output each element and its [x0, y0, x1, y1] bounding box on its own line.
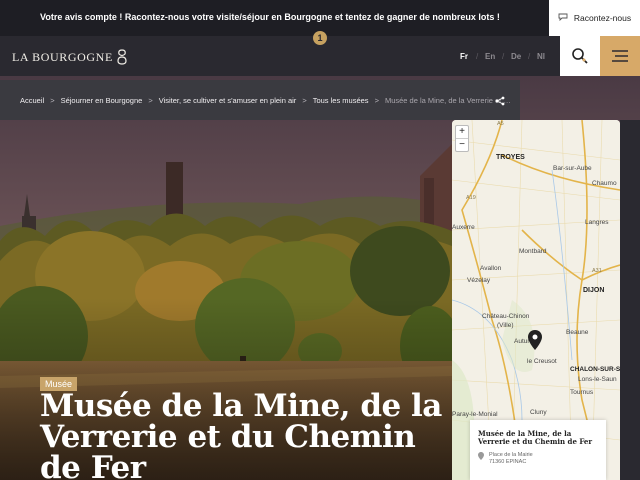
logo-text: LA BOURGOGNE — [12, 49, 113, 64]
lang-separator: / — [502, 52, 505, 61]
popup-city: 71360 EPINAC — [489, 459, 527, 465]
map-city-label: Lons-le-Saun — [578, 376, 617, 383]
map-road-label: A19 — [466, 195, 476, 201]
breadcrumb-musees[interactable]: Tous les musées — [313, 96, 369, 105]
announcement-text: Votre avis compte ! Racontez-nous votre … — [40, 12, 500, 22]
right-margin — [620, 120, 640, 480]
lang-separator: / — [476, 52, 479, 61]
map-road-label: A31 — [592, 268, 602, 274]
zoom-in-button[interactable]: + — [456, 126, 468, 139]
map-city-label: Avallon — [480, 265, 502, 272]
breadcrumb-separator: > — [374, 95, 379, 105]
location-pin-icon — [478, 452, 484, 460]
map-zoom-control: + − — [455, 125, 469, 152]
breadcrumb-visiter[interactable]: Visiter, se cultiver et s'amuser en plei… — [159, 96, 297, 105]
map-city-label: Langres — [585, 219, 609, 226]
map-city-label: CHALON-SUR-SA — [570, 366, 625, 373]
map-city-label: (Ville) — [497, 322, 514, 329]
map-city-label: Paray-le-Monial — [452, 411, 498, 418]
map-city-label: Château-Chinon — [482, 313, 530, 320]
lang-en[interactable]: En — [485, 52, 495, 61]
map-city-label: le Creusot — [527, 358, 557, 365]
map-popup: Musée de la Mine, de la Verrerie et du C… — [470, 420, 606, 480]
breadcrumb-separator: > — [50, 95, 55, 105]
map-city-label: Chaumo — [592, 180, 617, 187]
comment-icon — [558, 13, 568, 23]
lang-fr[interactable]: Fr — [460, 52, 468, 61]
lang-separator: / — [528, 52, 531, 61]
map-city-label: Cluny — [530, 409, 547, 416]
popup-title: Musée de la Mine, de la Verrerie et du C… — [478, 429, 593, 446]
lang-de[interactable]: De — [511, 52, 521, 61]
breadcrumb: Accueil > Séjourner en Bourgogne > Visit… — [0, 80, 520, 120]
hamburger-icon — [612, 50, 628, 62]
map-city-label: Beaune — [566, 329, 589, 336]
menu-button[interactable] — [600, 36, 640, 76]
popup-street: Place de la Mairie — [489, 452, 533, 458]
search-icon — [572, 48, 588, 64]
lang-nl[interactable]: Nl — [537, 52, 545, 61]
share-icon[interactable] — [495, 96, 505, 106]
breadcrumb-home[interactable]: Accueil — [20, 96, 44, 105]
feedback-button[interactable]: Racontez-nous — [549, 0, 640, 36]
map-marker-icon[interactable] — [528, 330, 542, 350]
map-city-label: Auxerre — [452, 224, 475, 231]
map-city-label: Tournus — [570, 389, 594, 396]
zoom-out-button[interactable]: − — [456, 139, 468, 152]
notification-badge[interactable]: 1 — [313, 31, 327, 45]
breadcrumb-separator: > — [302, 95, 307, 105]
map-city-label: Bar-sur-Aube — [553, 165, 592, 172]
map-city-label: Montbard — [519, 248, 547, 255]
breadcrumb-separator: > — [148, 95, 153, 105]
site-logo[interactable]: LA BOURGOGNE — [12, 49, 127, 65]
logo-mark-icon — [117, 49, 127, 65]
page-title: Musée de la Mine, de la Verrerie et du C… — [40, 388, 442, 480]
breadcrumb-sejourner[interactable]: Séjourner en Bourgogne — [61, 96, 143, 105]
map-city-label: TROYES — [496, 154, 525, 161]
search-button[interactable] — [560, 36, 600, 76]
map-city-label: Vézelay — [467, 277, 491, 284]
map-road-label: A5 — [497, 121, 504, 127]
map-city-label: DIJON — [583, 287, 605, 294]
popup-address: Place de la Mairie 71360 EPINAC — [478, 452, 598, 466]
feedback-button-label: Racontez-nous — [573, 13, 632, 23]
